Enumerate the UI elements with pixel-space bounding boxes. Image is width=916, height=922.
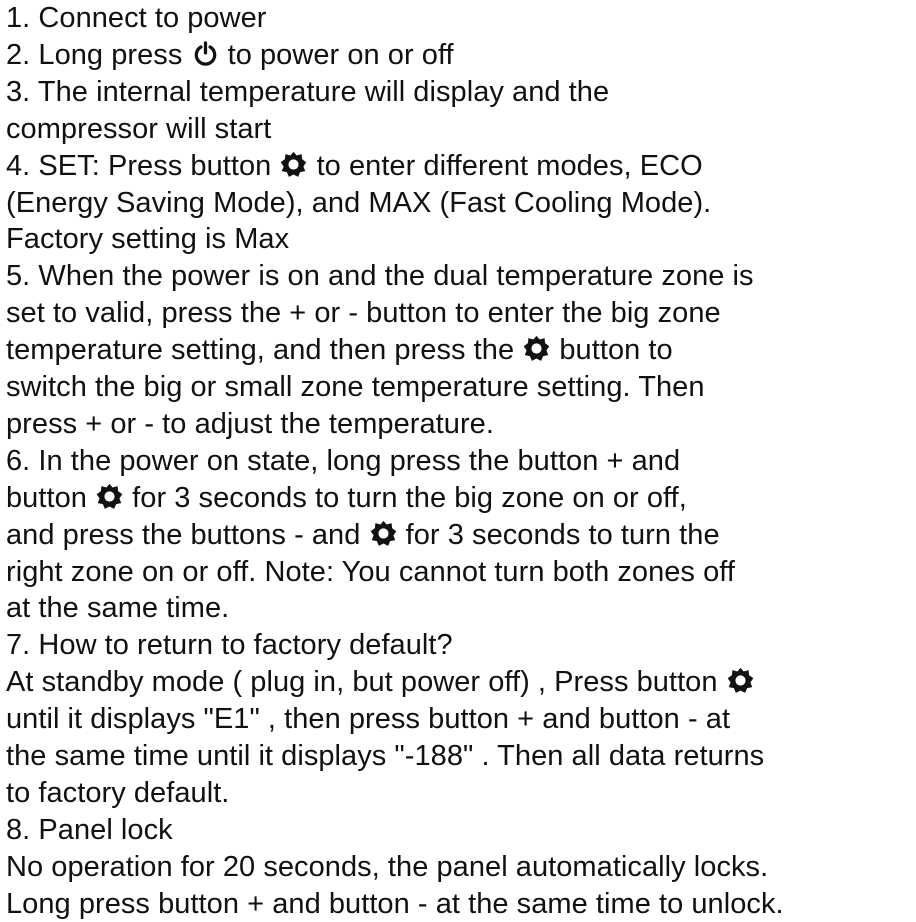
instruction-text: for 3 seconds to turn the big zone on or… bbox=[124, 481, 687, 514]
instruction-line: 5. When the power is on and the dual tem… bbox=[6, 258, 754, 294]
instruction-text: Long press button + and button - at the … bbox=[6, 887, 784, 920]
gear-icon bbox=[726, 666, 755, 695]
instruction-text: the same time until it displays "-188" .… bbox=[6, 740, 765, 772]
instruction-text: press + or - to adjust the temperature. bbox=[6, 407, 494, 440]
instruction-text: 8. Panel lock bbox=[6, 813, 173, 846]
power-icon bbox=[191, 39, 220, 68]
instruction-text: temperature setting, and then press the bbox=[6, 334, 523, 367]
instruction-text: No operation for 20 seconds, the panel a… bbox=[6, 850, 769, 883]
instruction-text: 4. SET: Press button bbox=[6, 149, 280, 182]
instruction-line: compressor will start bbox=[6, 111, 271, 147]
instruction-text: until it displays "E1" , then press butt… bbox=[6, 703, 731, 736]
instruction-line: 8. Panel lock bbox=[6, 812, 173, 848]
instruction-line: 1. Connect to power bbox=[6, 0, 267, 36]
instruction-text: (Energy Saving Mode), and MAX (Fast Cool… bbox=[6, 186, 712, 219]
instruction-line: 4. SET: Press button to enter different … bbox=[6, 148, 703, 184]
instruction-line: 7. How to return to factory default? bbox=[6, 627, 453, 663]
instruction-text: 2. Long press bbox=[6, 38, 191, 71]
instruction-text: button bbox=[6, 481, 96, 514]
instruction-text: 5. When the power is on and the dual tem… bbox=[6, 260, 754, 293]
instruction-line: 6. In the power on state, long press the… bbox=[6, 443, 680, 479]
instruction-line: set to valid, press the + or - button to… bbox=[6, 295, 721, 331]
instruction-text: Factory setting is Max bbox=[6, 223, 290, 256]
instruction-line: temperature setting, and then press the … bbox=[6, 332, 673, 368]
instruction-line: right zone on or off. Note: You cannot t… bbox=[6, 554, 735, 590]
instruction-text: 6. In the power on state, long press the… bbox=[6, 444, 681, 477]
instruction-line: Long press button + and button - at the … bbox=[6, 886, 784, 922]
instruction-text: for 3 seconds to turn the bbox=[397, 518, 720, 551]
instruction-line: to factory default. bbox=[6, 775, 229, 811]
gear-icon bbox=[279, 150, 308, 179]
instruction-text: 1. Connect to power bbox=[6, 2, 267, 34]
instruction-line: (Energy Saving Mode), and MAX (Fast Cool… bbox=[6, 185, 711, 221]
instruction-text: 3. The internal temperature will display… bbox=[6, 75, 610, 108]
instruction-line: No operation for 20 seconds, the panel a… bbox=[6, 849, 768, 885]
instruction-line: press + or - to adjust the temperature. bbox=[6, 406, 494, 442]
gear-icon bbox=[95, 482, 124, 511]
instruction-text: button to bbox=[551, 334, 673, 367]
instruction-text: switch the big or small zone temperature… bbox=[6, 371, 705, 403]
instruction-line: Factory setting is Max bbox=[6, 221, 289, 257]
instruction-text: set to valid, press the + or - button to… bbox=[6, 297, 721, 330]
instruction-line: At standby mode ( plug in, but power off… bbox=[6, 664, 755, 700]
gear-icon bbox=[369, 519, 398, 548]
instruction-line: switch the big or small zone temperature… bbox=[6, 369, 705, 405]
instruction-text: and press the buttons - and bbox=[6, 518, 369, 551]
instruction-text: to factory default. bbox=[6, 776, 230, 809]
instruction-line: the same time until it displays "-188" .… bbox=[6, 738, 764, 774]
instruction-text: to power on or off bbox=[219, 38, 454, 71]
instruction-line: button for 3 seconds to turn the big zon… bbox=[6, 480, 687, 516]
instruction-text: At standby mode ( plug in, but power off… bbox=[6, 666, 726, 699]
instruction-text: 7. How to return to factory default? bbox=[6, 629, 453, 662]
instruction-page: 1. Connect to power 2. Long press to powe… bbox=[0, 0, 916, 920]
gear-icon bbox=[522, 334, 551, 363]
instruction-text: to enter different modes, ECO bbox=[308, 149, 703, 182]
instruction-text: at the same time. bbox=[6, 592, 230, 625]
instruction-text: right zone on or off. Note: You cannot t… bbox=[6, 555, 735, 588]
instruction-line: 2. Long press to power on or off bbox=[6, 37, 454, 73]
instruction-line: until it displays "E1" , then press butt… bbox=[6, 701, 730, 737]
instruction-line: and press the buttons - and for 3 second… bbox=[6, 517, 720, 553]
instruction-text: compressor will start bbox=[6, 112, 272, 145]
instruction-line: at the same time. bbox=[6, 590, 229, 626]
instruction-line: 3. The internal temperature will display… bbox=[6, 74, 609, 110]
